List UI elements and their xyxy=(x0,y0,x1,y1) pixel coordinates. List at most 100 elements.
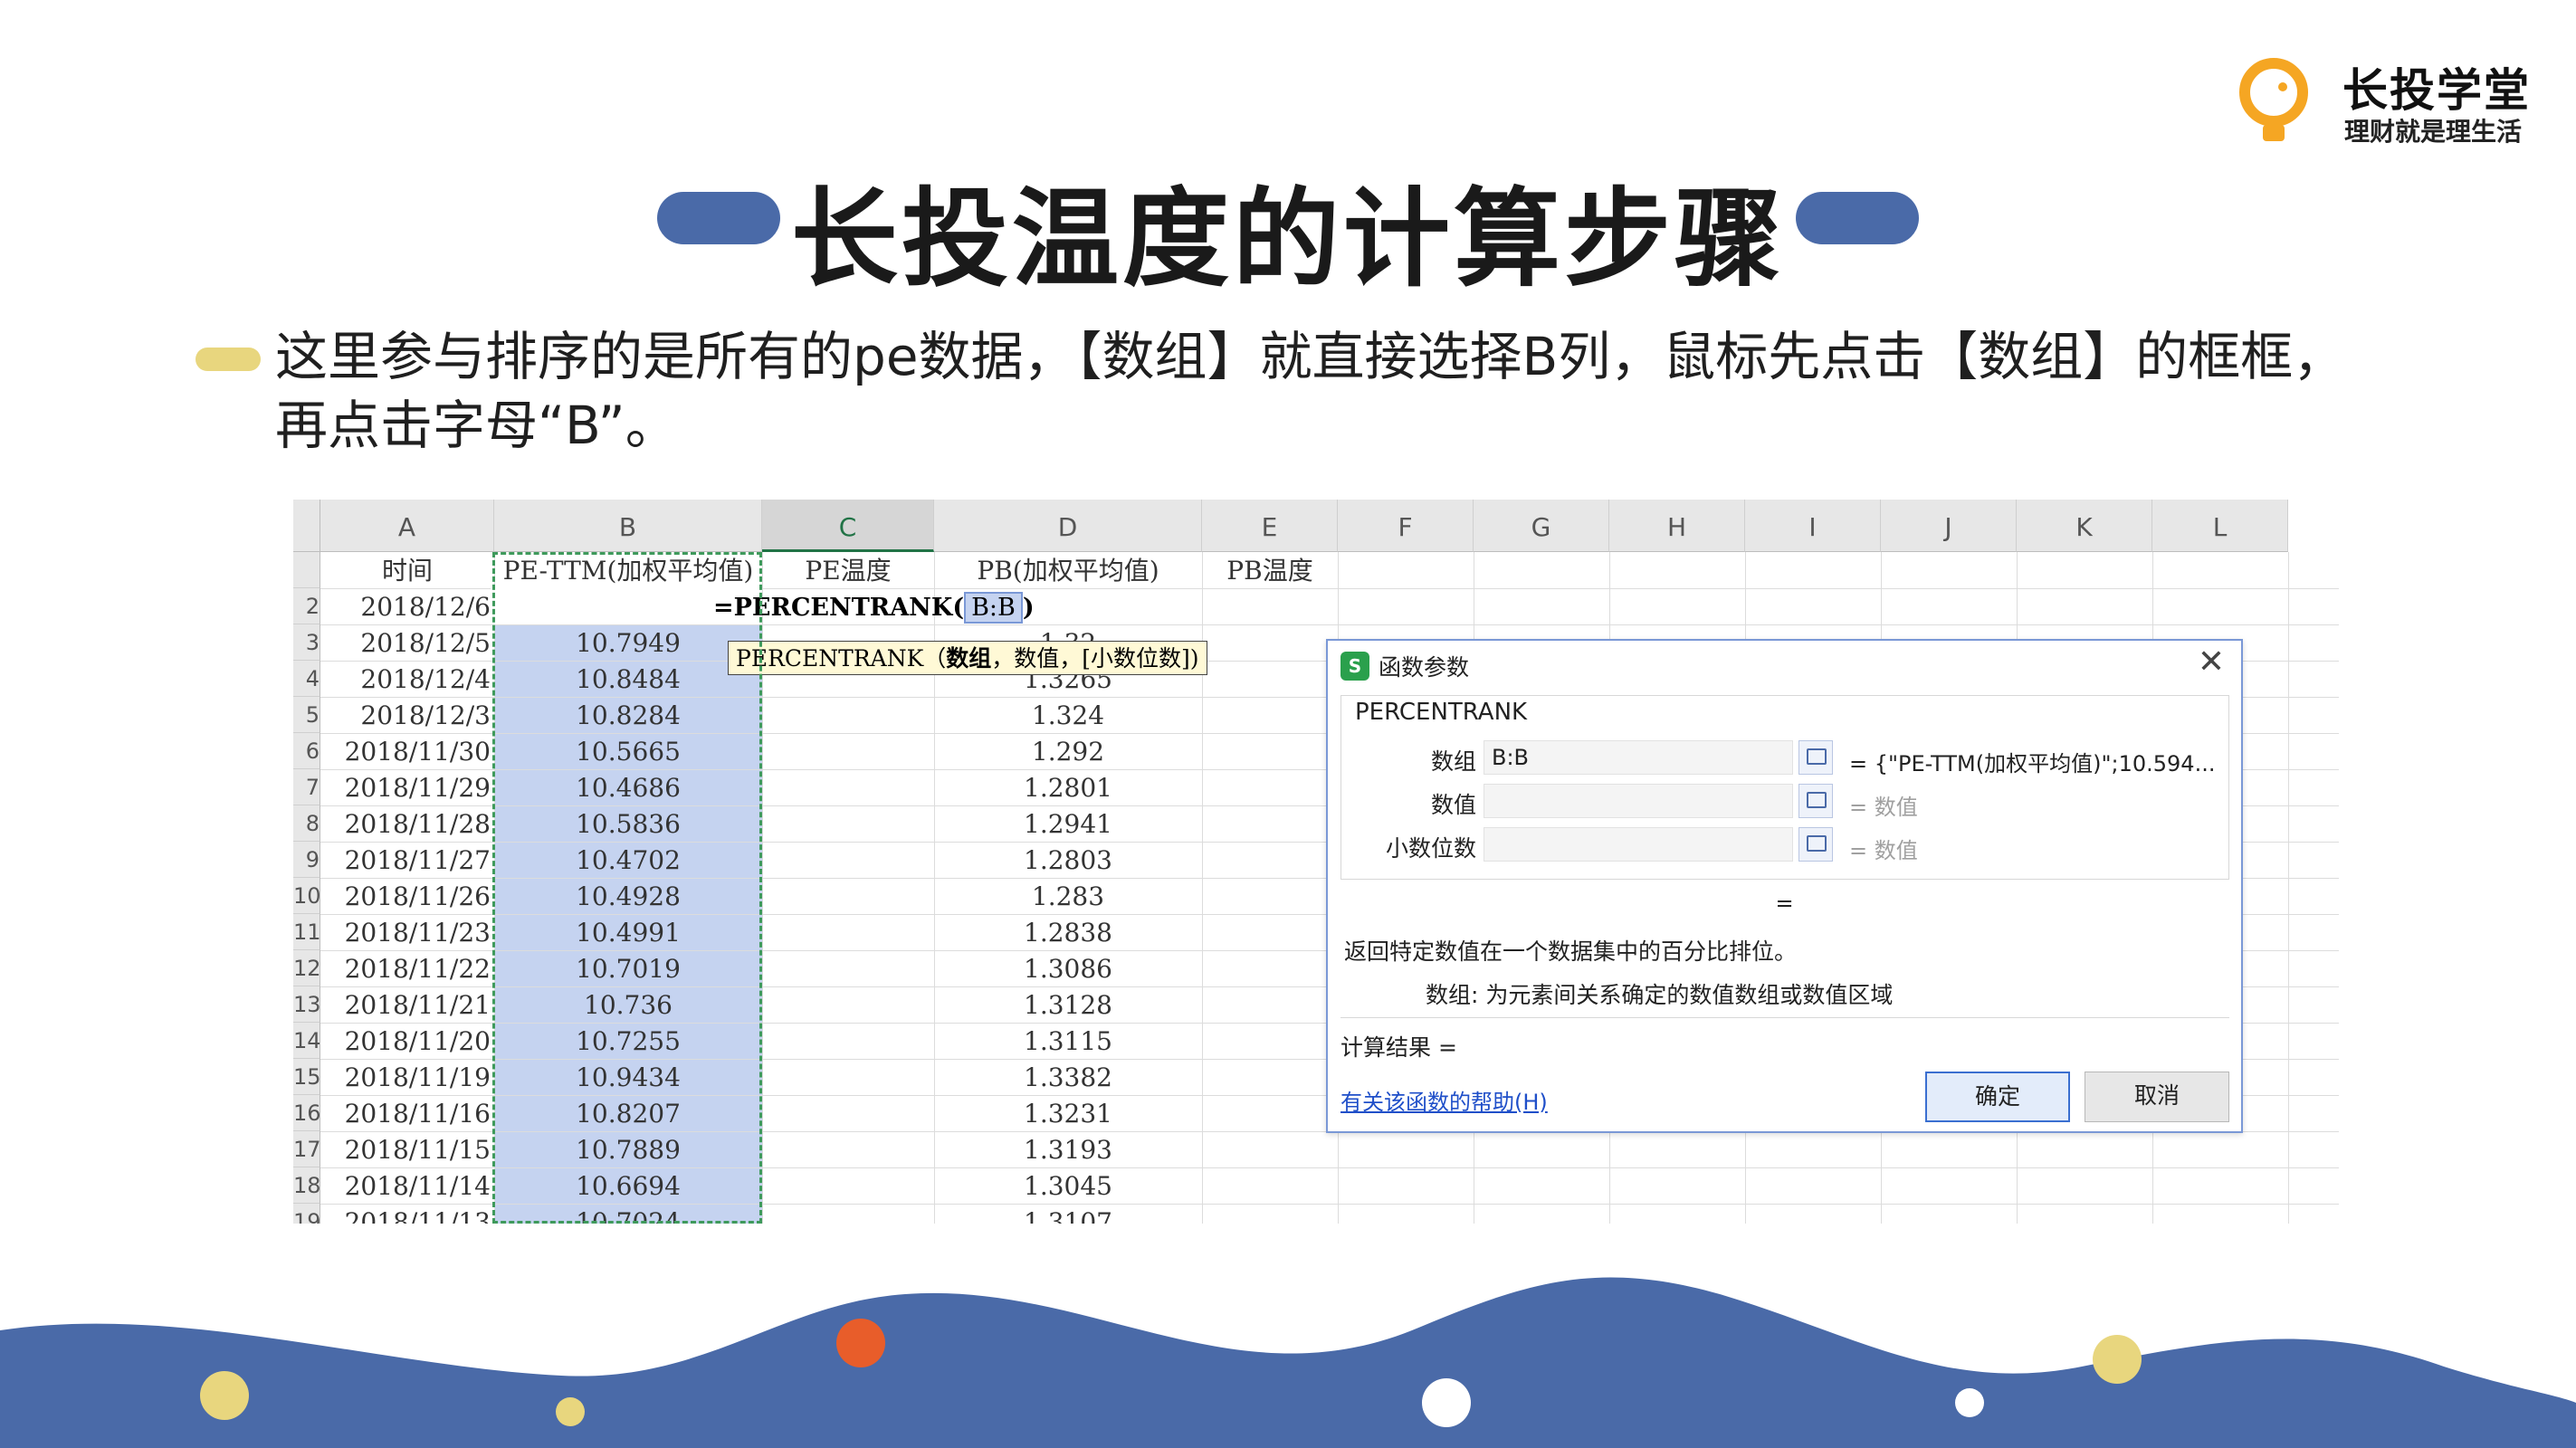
column-header-a[interactable]: A xyxy=(320,500,494,552)
date-cell[interactable]: 2018/11/13 xyxy=(320,1204,491,1224)
pb-value-cell[interactable]: 1.3045 xyxy=(934,1167,1202,1204)
row-header[interactable]: 5 xyxy=(293,697,320,733)
row-header[interactable]: 10 xyxy=(293,878,320,914)
cancel-button[interactable]: 取消 xyxy=(2085,1072,2229,1122)
logo-name: 长投学堂 xyxy=(2342,64,2531,117)
date-cell[interactable]: 2018/11/21 xyxy=(320,986,491,1023)
date-cell[interactable]: 2018/11/14 xyxy=(320,1167,491,1204)
calc-result: 计算结果 = xyxy=(1340,1034,1457,1061)
arg-input-number[interactable] xyxy=(1484,784,1793,818)
column-header-i[interactable]: I xyxy=(1745,500,1881,552)
row-header[interactable]: 12 xyxy=(293,950,320,986)
date-cell[interactable]: 2018/11/29 xyxy=(320,769,491,805)
column-header-c[interactable]: C xyxy=(762,500,934,552)
column-header-f[interactable]: F xyxy=(1338,500,1474,552)
date-cell[interactable]: 2018/12/5 xyxy=(320,624,491,661)
date-cell[interactable]: 2018/11/20 xyxy=(320,1023,491,1059)
row-header[interactable]: 16 xyxy=(293,1095,320,1131)
row-header[interactable]: 18 xyxy=(293,1167,320,1204)
pb-value-cell[interactable]: 1.2801 xyxy=(934,769,1202,805)
column-header-l[interactable]: L xyxy=(2152,500,2288,552)
range-select-icon[interactable] xyxy=(1798,784,1833,818)
pb-value-cell[interactable]: 1.2838 xyxy=(934,914,1202,950)
column-header-d[interactable]: D xyxy=(934,500,1202,552)
date-cell[interactable]: 2018/11/15 xyxy=(320,1131,491,1167)
pb-value-cell[interactable]: 1.3107 xyxy=(934,1204,1202,1224)
arg-label-significance: 小数位数 xyxy=(1385,835,1476,862)
pb-value-cell[interactable]: 1.3382 xyxy=(934,1059,1202,1095)
date-cell[interactable]: 2018/12/6 xyxy=(320,588,491,624)
date-cell[interactable]: 2018/11/30 xyxy=(320,733,491,769)
logo-slogan: 理财就是理生活 xyxy=(2344,117,2523,147)
arg-label-number: 数值 xyxy=(1430,792,1476,818)
pb-value-cell[interactable]: 1.3128 xyxy=(934,986,1202,1023)
function-arguments-dialog[interactable]: S 函数参数 ✕ PERCENTRANK 数组 B:B = {"PE-TTM(加… xyxy=(1326,639,2243,1133)
row-header[interactable]: 2 xyxy=(293,588,320,624)
range-select-icon[interactable] xyxy=(1798,827,1833,862)
row-header[interactable]: 11 xyxy=(293,914,320,950)
divider xyxy=(1340,1017,2229,1018)
header-cell-d[interactable]: PB(加权平均值) xyxy=(934,552,1202,588)
help-link[interactable]: 有关该函数的帮助(H) xyxy=(1340,1084,1548,1116)
row-header[interactable]: 15 xyxy=(293,1059,320,1095)
arg-input-array[interactable]: B:B xyxy=(1484,740,1793,775)
argument-description: 数组: 为元素间关系确定的数值数组或数值区域 xyxy=(1426,982,1894,1008)
lightbulb-logo-icon xyxy=(2239,58,2308,141)
row-header[interactable]: 13 xyxy=(293,986,320,1023)
formula-suffix: ) xyxy=(1022,594,1035,622)
row-header[interactable]: 7 xyxy=(293,769,320,805)
pb-value-cell[interactable]: 1.2941 xyxy=(934,805,1202,842)
date-cell[interactable]: 2018/11/19 xyxy=(320,1059,491,1095)
header-cell-c[interactable]: PE温度 xyxy=(762,552,934,588)
pb-value-cell[interactable]: 1.292 xyxy=(934,733,1202,769)
pb-value-cell[interactable]: 1.283 xyxy=(934,878,1202,914)
header-cell-e[interactable]: PB温度 xyxy=(1202,552,1338,588)
date-cell[interactable]: 2018/11/23 xyxy=(320,914,491,950)
tooltip-current-arg: 数组 xyxy=(946,645,992,672)
row-header[interactable]: 17 xyxy=(293,1131,320,1167)
select-all-corner[interactable] xyxy=(293,500,320,552)
arg-value-array: = {"PE-TTM(加权平均值)";10.594... xyxy=(1849,751,2216,776)
range-select-icon[interactable] xyxy=(1798,740,1833,775)
date-cell[interactable]: 2018/12/3 xyxy=(320,697,491,733)
pb-value-cell[interactable]: 1.324 xyxy=(934,697,1202,733)
row-header[interactable]: 4 xyxy=(293,661,320,697)
pb-value-cell[interactable]: 1.3231 xyxy=(934,1095,1202,1131)
page-title: 长投温度的计算步骤 xyxy=(790,176,1785,301)
date-cell[interactable]: 2018/11/16 xyxy=(320,1095,491,1131)
date-cell[interactable]: 2018/12/4 xyxy=(320,661,491,697)
column-header-e[interactable]: E xyxy=(1202,500,1338,552)
row-header[interactable] xyxy=(293,552,320,588)
date-cell[interactable]: 2018/11/28 xyxy=(320,805,491,842)
ok-button[interactable]: 确定 xyxy=(1925,1072,2070,1122)
wps-app-icon: S xyxy=(1340,652,1369,681)
grid-line xyxy=(2288,552,2289,1224)
function-name: PERCENTRANK xyxy=(1355,699,1528,726)
date-cell[interactable]: 2018/11/22 xyxy=(320,950,491,986)
row-header[interactable]: 9 xyxy=(293,842,320,878)
row-header[interactable]: 8 xyxy=(293,805,320,842)
column-header-h[interactable]: H xyxy=(1609,500,1745,552)
function-signature-tooltip: PERCENTRANK（数组，数值，[小数位数]) xyxy=(728,641,1207,675)
header-cell-a[interactable]: 时间 xyxy=(320,552,494,588)
pb-value-cell[interactable]: 1.2803 xyxy=(934,842,1202,878)
arg-label-array: 数组 xyxy=(1430,748,1476,775)
arg-value-number: = 数值 xyxy=(1849,795,1918,820)
column-header-g[interactable]: G xyxy=(1474,500,1609,552)
bullet-marker xyxy=(196,348,261,371)
date-cell[interactable]: 2018/11/26 xyxy=(320,878,491,914)
row-header[interactable]: 6 xyxy=(293,733,320,769)
pb-value-cell[interactable]: 1.3086 xyxy=(934,950,1202,986)
column-header-j[interactable]: J xyxy=(1881,500,2017,552)
row-header[interactable]: 19 xyxy=(293,1204,320,1224)
pb-value-cell[interactable]: 1.3115 xyxy=(934,1023,1202,1059)
pb-value-cell[interactable]: 1.3193 xyxy=(934,1131,1202,1167)
tooltip-fn: PERCENTRANK（ xyxy=(736,645,947,672)
close-icon[interactable]: ✕ xyxy=(2198,644,2225,681)
column-header-b[interactable]: B xyxy=(494,500,762,552)
arg-input-significance[interactable] xyxy=(1484,827,1793,862)
row-header[interactable]: 3 xyxy=(293,624,320,661)
date-cell[interactable]: 2018/11/27 xyxy=(320,842,491,878)
column-header-k[interactable]: K xyxy=(2017,500,2152,552)
row-header[interactable]: 14 xyxy=(293,1023,320,1059)
